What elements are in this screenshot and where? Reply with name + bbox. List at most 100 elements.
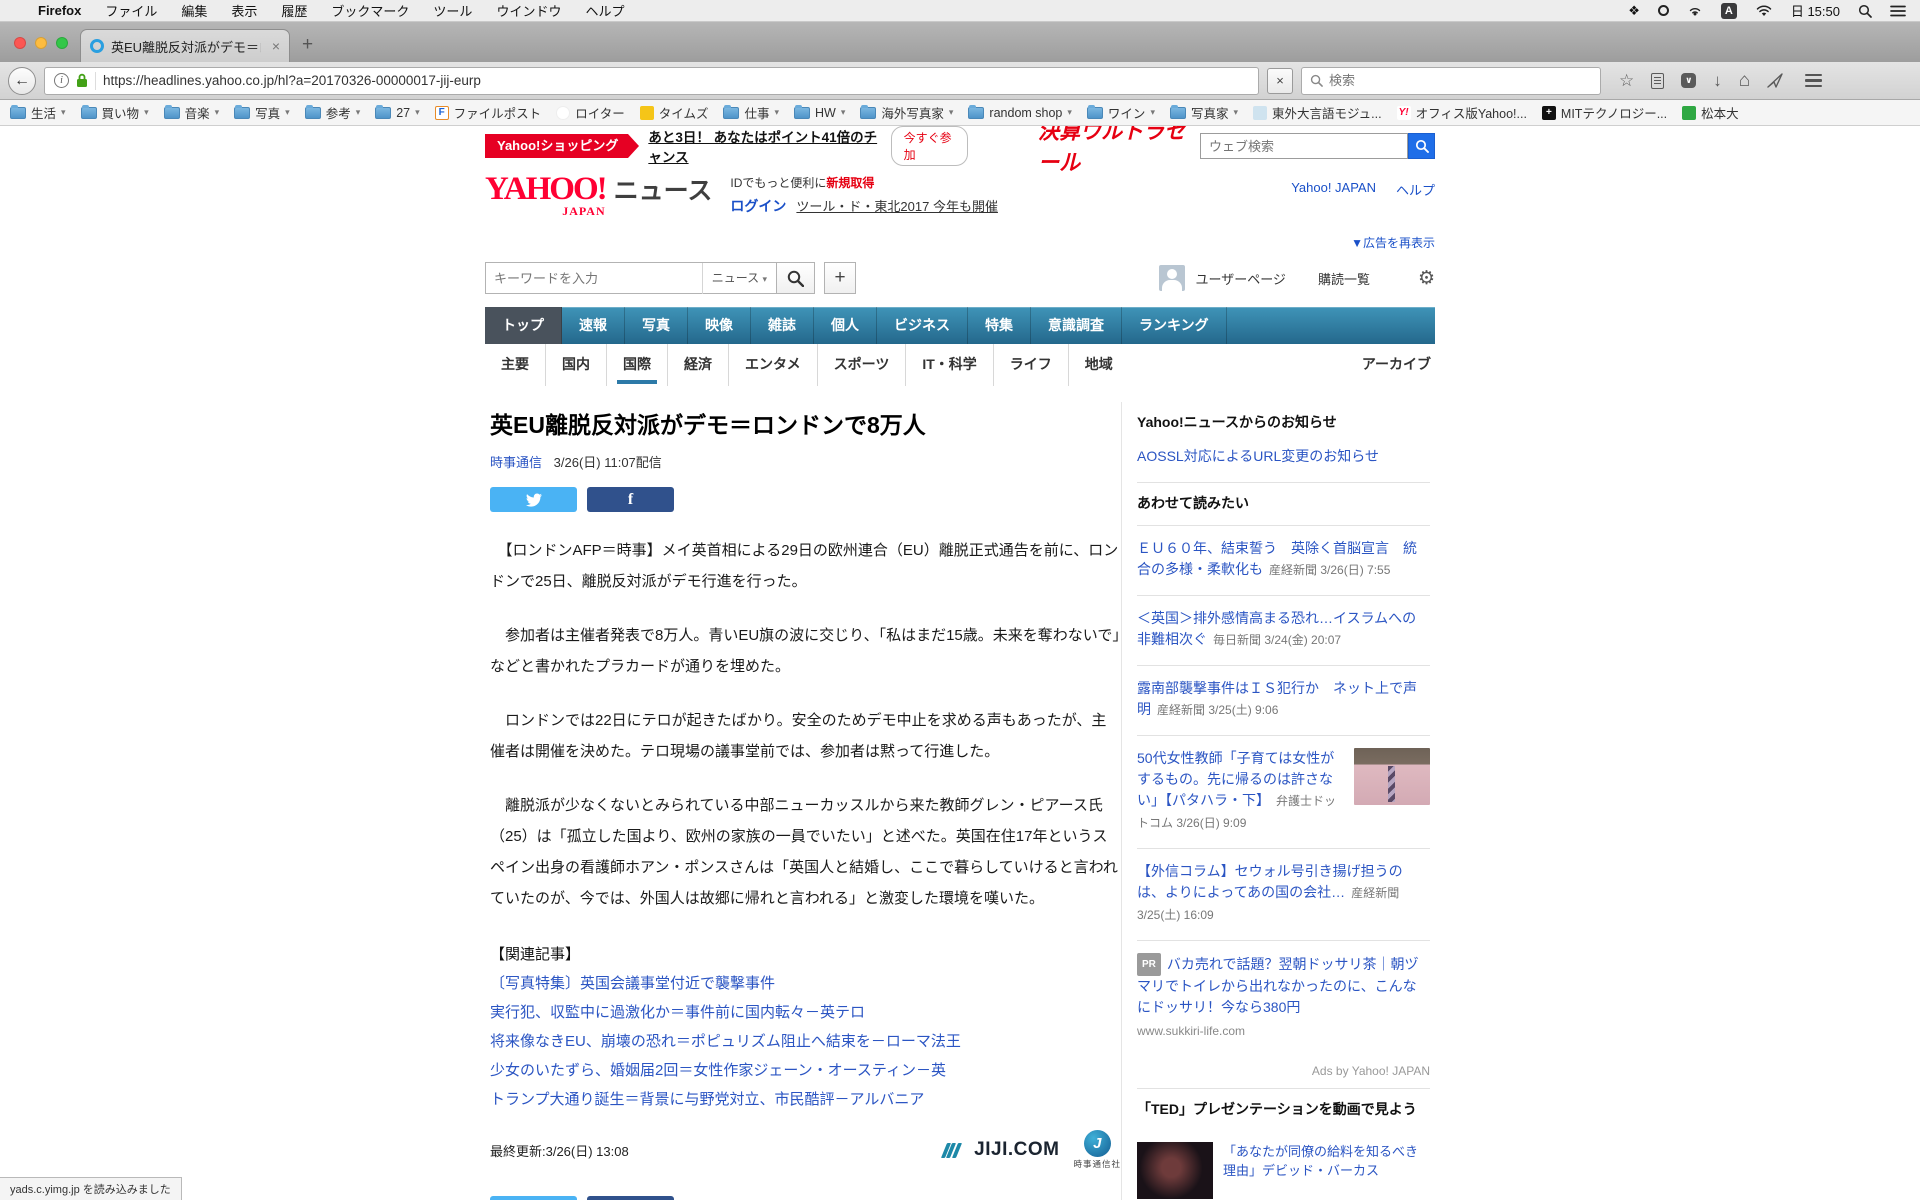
sidebar-news-item[interactable]: ＜英国＞排外感情高まる恐れ…イスラムへの非難相次ぐ毎日新聞 3/24(金) 20… xyxy=(1137,595,1430,665)
subscriptions-link[interactable]: 購読一覧 xyxy=(1318,269,1370,288)
related-link[interactable]: 将来像なきEU、崩壊の恐れ＝ポピュリズム阻止へ結束を－ローマ法王 xyxy=(490,1027,1121,1056)
new-tab-button[interactable]: + xyxy=(302,34,313,56)
bookmark-folder-ongaku[interactable]: 音楽▾ xyxy=(164,103,220,122)
ad-redisplay-link[interactable]: ▼広告を再表示 xyxy=(1351,236,1435,250)
bookmark-folder-shashin[interactable]: 写真▾ xyxy=(234,103,290,122)
promo-link[interactable]: あと3日！ あなたはポイント41倍のチャンス xyxy=(648,126,878,166)
pocket-icon[interactable]: ∨ xyxy=(1681,73,1696,88)
help-link[interactable]: ヘルプ xyxy=(1396,180,1435,199)
subnav-sports[interactable]: スポーツ xyxy=(817,344,906,386)
nav-tab-shashin[interactable]: 写真 xyxy=(625,307,688,344)
menu-file[interactable]: ファイル xyxy=(105,1,157,20)
pr-ad-item[interactable]: PRバカ売れで話題？翌朝ドッサリ茶｜朝ヅマリでトイレから出れなかったのに、こんな… xyxy=(1137,940,1430,1056)
yahoo-shopping-ribbon[interactable]: Yahoo!ショッピング xyxy=(485,134,628,158)
facebook-share-button[interactable]: f xyxy=(587,487,674,512)
downloads-icon[interactable]: ↓ xyxy=(1713,72,1722,89)
avatar[interactable] xyxy=(1159,265,1185,291)
creative-cloud-icon[interactable] xyxy=(1658,5,1669,16)
nav-tab-tokushuu[interactable]: 特集 xyxy=(968,307,1031,344)
tab-close-icon[interactable]: × xyxy=(272,38,280,54)
menu-edit[interactable]: 編集 xyxy=(181,1,207,20)
join-now-button[interactable]: 今すぐ参加 xyxy=(891,126,968,166)
menu-history[interactable]: 履歴 xyxy=(281,1,307,20)
yahoo-news-logo[interactable]: YAHOO! JAPAN ニュース xyxy=(485,172,712,219)
bookmark-filepost[interactable]: Fファイルポスト xyxy=(435,103,542,122)
nav-tab-top[interactable]: トップ xyxy=(485,307,562,344)
sidebar-news-item[interactable]: 【外信コラム】セウォル号引き揚げ担うのは、よりによってあの国の会社…産経新聞 3… xyxy=(1137,848,1430,940)
menubar-clock[interactable]: 日 15:50 xyxy=(1791,1,1840,20)
browser-search-input[interactable] xyxy=(1329,73,1592,88)
subnav-kokunai[interactable]: 国内 xyxy=(545,344,606,386)
bookmark-folder-shigoto[interactable]: 仕事▾ xyxy=(723,103,779,122)
login-link[interactable]: ログイン xyxy=(730,198,786,214)
url-bar[interactable]: i xyxy=(44,67,1259,95)
jiji-press-logo[interactable]: J 時事通信社 xyxy=(1073,1130,1121,1170)
home-icon[interactable]: ⌂ xyxy=(1739,71,1750,90)
bookmark-star-icon[interactable]: ☆ xyxy=(1619,72,1634,89)
bookmark-matsumoto[interactable]: 松本大 xyxy=(1682,103,1739,122)
url-input[interactable] xyxy=(103,73,1249,88)
nav-tab-zasshi[interactable]: 雑誌 xyxy=(751,307,814,344)
close-window-button[interactable] xyxy=(14,37,26,49)
keyword-field[interactable]: ニュース ▾ xyxy=(485,262,777,294)
wifi-icon[interactable] xyxy=(1755,4,1773,17)
new-registration-link[interactable]: 新規取得 xyxy=(826,176,874,190)
minimize-window-button[interactable] xyxy=(35,37,47,49)
sidebar-news-item[interactable]: 50代女性教師「子育ては女性がするもの。先に帰るのは許さない」【パタハラ・下】弁… xyxy=(1137,735,1430,848)
nav-tab-eizou[interactable]: 映像 xyxy=(688,307,751,344)
subnav-entame[interactable]: エンタメ xyxy=(728,344,817,386)
nav-tab-ranking[interactable]: ランキング xyxy=(1122,307,1227,344)
jiji-com-logo[interactable]: JIJI.COM xyxy=(974,1139,1059,1161)
related-link[interactable]: トランプ大通り誕生＝背景に与野党対立、市民酷評－アルバニア xyxy=(490,1085,1121,1114)
bookmark-folder-seikatsu[interactable]: 生活▾ xyxy=(10,103,66,122)
web-search-button[interactable] xyxy=(1408,133,1435,159)
menu-tools[interactable]: ツール xyxy=(433,1,472,20)
add-search-button[interactable]: + xyxy=(824,262,856,294)
ted-thumbnail[interactable] xyxy=(1137,1142,1213,1199)
related-link[interactable]: 少女のいたずら、婚姻届2回＝女性作家ジェーン・オースティン－英 xyxy=(490,1056,1121,1085)
input-source-icon[interactable]: A xyxy=(1721,3,1737,19)
menu-view[interactable]: 表示 xyxy=(231,1,257,20)
bookmark-folder-sankou[interactable]: 参考▾ xyxy=(305,103,361,122)
bookmark-times[interactable]: タイムズ xyxy=(640,103,709,122)
facebook-share-button[interactable]: f xyxy=(587,1196,674,1200)
bookmark-folder-kaigai[interactable]: 海外写真家▾ xyxy=(860,103,953,122)
bookmark-yahoo-office[interactable]: Y!オフィス版Yahoo!... xyxy=(1397,103,1527,122)
keyword-input[interactable] xyxy=(486,271,702,286)
gear-icon[interactable]: ⚙ xyxy=(1418,269,1435,288)
bookmark-folder-hw[interactable]: HW▾ xyxy=(794,106,845,120)
search-scope-dropdown[interactable]: ニュース ▾ xyxy=(702,263,776,294)
bookmark-folder-wine[interactable]: ワイン▾ xyxy=(1087,103,1155,122)
ted-item[interactable]: 「あなたが同僚の給料を知るべき理由」デビッド・バーカス xyxy=(1137,1142,1430,1199)
subnav-keizai[interactable]: 経済 xyxy=(667,344,728,386)
bookmarks-menu-icon[interactable] xyxy=(1651,73,1664,89)
archive-link[interactable]: アーカイブ xyxy=(1362,344,1435,386)
twitter-share-button[interactable] xyxy=(490,1196,577,1200)
nav-tab-business[interactable]: ビジネス xyxy=(877,307,968,344)
back-button[interactable]: ← xyxy=(8,67,36,95)
sidebar-news-item[interactable]: ＥＵ６０年、結束誓う 英除く首脳宣言 統合の多様・柔軟化も産経新聞 3/26(日… xyxy=(1137,525,1430,595)
bookmark-reuters[interactable]: ロイター xyxy=(556,103,625,122)
dropbox-icon[interactable]: ❖ xyxy=(1628,3,1640,19)
article-source-link[interactable]: 時事通信 xyxy=(490,455,542,470)
menu-hamburger-icon[interactable] xyxy=(1805,74,1822,88)
share-icon[interactable] xyxy=(1767,73,1783,88)
subnav-shuyou[interactable]: 主要 xyxy=(485,344,545,386)
site-info-icon[interactable]: i xyxy=(54,73,69,88)
menu-window[interactable]: ウインドウ xyxy=(496,1,561,20)
news-item-thumbnail[interactable] xyxy=(1354,748,1430,805)
related-link[interactable]: 実行犯、収監中に過激化か＝事件前に国内転々－英テロ xyxy=(490,998,1121,1027)
nav-tab-kojin[interactable]: 個人 xyxy=(814,307,877,344)
subnav-kokusai[interactable]: 国際 xyxy=(606,344,667,386)
yahoo-japan-link[interactable]: Yahoo! JAPAN xyxy=(1291,180,1376,199)
sidebar-news-item[interactable]: 露南部襲撃事件はＩＳ犯行か ネット上で声明産経新聞 3/25(土) 9:06 xyxy=(1137,665,1430,735)
related-link[interactable]: 〔写真特集〕英国会議事堂付近で襲撃事件 xyxy=(490,969,1121,998)
news-search-button[interactable] xyxy=(777,262,815,294)
bookmark-tufs[interactable]: 東外大言語モジュ... xyxy=(1253,103,1382,122)
browser-tab[interactable]: 英EU離脱反対派がデモ＝ロ... × xyxy=(80,29,290,62)
bookmark-folder-randomshop[interactable]: random shop▾ xyxy=(968,106,1072,120)
notice-link[interactable]: AOSSL対応によるURL変更のお知らせ xyxy=(1137,444,1430,482)
subnav-it-kagaku[interactable]: IT・科学 xyxy=(905,344,992,386)
menu-firefox[interactable]: Firefox xyxy=(38,3,81,18)
ted-item-title[interactable]: 「あなたが同僚の給料を知るべき理由」デビッド・バーカス xyxy=(1223,1142,1430,1199)
